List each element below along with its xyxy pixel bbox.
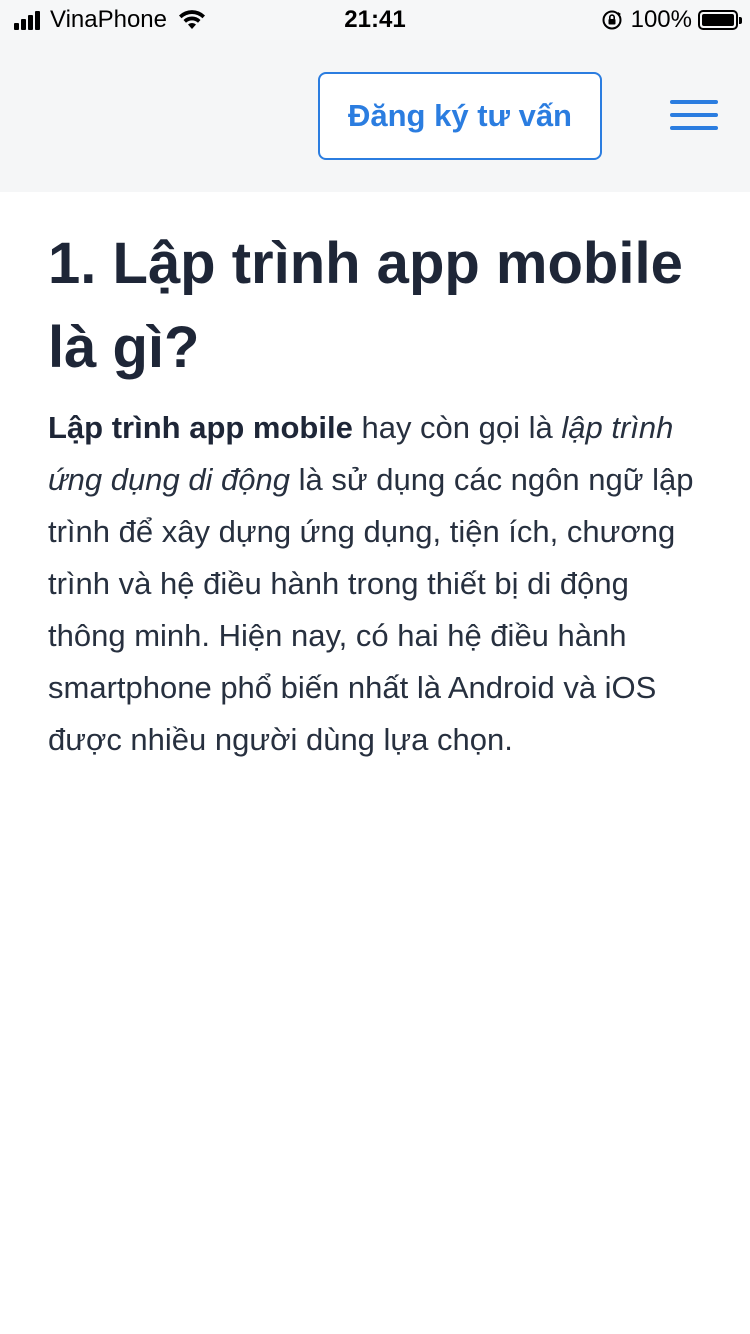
battery-percent: 100% <box>630 6 692 33</box>
menu-line-icon <box>670 126 718 130</box>
status-bar: VinaPhone 21:41 100% <box>0 0 750 40</box>
register-consultation-button[interactable]: Đăng ký tư vấn <box>318 72 602 160</box>
status-bar-right: 100% <box>601 6 742 34</box>
intro-text: hay còn gọi là <box>352 410 562 445</box>
battery-fill <box>702 14 734 26</box>
battery-nub <box>739 17 742 24</box>
wifi-icon <box>179 10 205 29</box>
orientation-lock-icon <box>602 10 622 30</box>
intro-text: là sử dụng các ngôn ngữ lập trình để xây… <box>48 462 694 757</box>
intro-paragraph: Lập trình app mobile hay còn gọi là lập … <box>48 402 702 766</box>
menu-line-icon <box>670 100 718 104</box>
cellular-signal-icon <box>14 10 42 30</box>
article-section: 1. Lập trình app mobile là gì? Lập trình… <box>48 222 702 766</box>
status-bar-left: VinaPhone <box>14 6 207 34</box>
hamburger-menu-icon[interactable] <box>670 98 722 134</box>
menu-line-icon <box>670 113 718 117</box>
battery-icon <box>698 10 742 30</box>
intro-bold-term: Lập trình app mobile <box>48 410 353 445</box>
section-heading: 1. Lập trình app mobile là gì? <box>48 231 683 380</box>
carrier-name: VinaPhone <box>50 6 167 33</box>
site-header: Đăng ký tư vấn <box>0 40 750 192</box>
